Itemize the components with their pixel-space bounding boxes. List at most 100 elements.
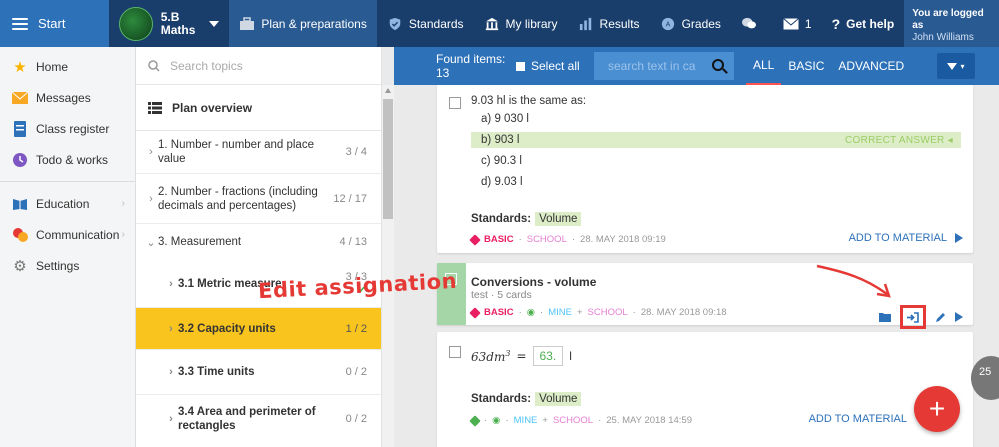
source-label: SCHOOL xyxy=(552,415,594,426)
sidebar-item-communication[interactable]: Communication › xyxy=(0,219,135,250)
class-subject: Maths xyxy=(160,22,196,37)
results-search-placeholder: search text in ca xyxy=(608,59,696,73)
found-items: Found items: 13 xyxy=(436,52,506,80)
sidebar-item-education[interactable]: Education › xyxy=(0,188,135,219)
option-text: 90.3 l xyxy=(493,155,522,167)
mail-count: 1 xyxy=(804,16,812,31)
question-card[interactable]: 63dm3 = 63. l Standards: Volume · ◉ · MI… xyxy=(437,332,973,447)
meta-plus: + xyxy=(576,307,583,318)
logged-username: John Williams xyxy=(912,32,974,43)
standards-label: Standards: xyxy=(471,213,532,225)
topic-row[interactable]: › 1. Number - number and place value 3 /… xyxy=(136,131,381,174)
topics-panel: Search topics Plan overview › 1. Number … xyxy=(136,47,382,447)
topic-title: 2. Number - fractions (including decimal… xyxy=(158,185,318,212)
standards-label: Standards: xyxy=(471,393,532,405)
nav-standards[interactable]: Standards xyxy=(377,0,474,47)
meta-dot: · xyxy=(571,234,576,245)
topics-search[interactable]: Search topics xyxy=(136,47,381,85)
option-text: 903 l xyxy=(494,134,520,146)
topic-row[interactable]: › 2. Number - fractions (including decim… xyxy=(136,174,381,224)
results-search-input[interactable]: search text in ca xyxy=(594,52,734,80)
book-icon xyxy=(13,198,27,210)
math-term: 63dm3 xyxy=(471,349,510,364)
sidebar-label: Communication xyxy=(36,227,120,242)
card-date: 25. MAY 2018 14:59 xyxy=(606,415,692,426)
add-to-material-button[interactable]: ADD TO MATERIAL xyxy=(809,413,907,425)
filter-menu-button[interactable]: ▾ xyxy=(937,53,975,79)
question-card[interactable]: 9.03 hl is the same as: a) 9 030 l b) 90… xyxy=(437,85,973,253)
sidebar-item-todo[interactable]: Todo & works xyxy=(0,144,135,175)
gear-icon: ⚙ xyxy=(13,257,27,275)
card-checkbox[interactable] xyxy=(449,97,461,109)
standard-tag[interactable]: Volume xyxy=(535,392,582,406)
subtopic-row-active[interactable]: › 3.2 Capacity units 1 / 2 xyxy=(136,308,381,350)
sidebar-label: Settings xyxy=(36,258,80,273)
meta-dot: · xyxy=(505,415,509,426)
hamburger-icon xyxy=(12,17,28,30)
standard-tag[interactable]: Volume xyxy=(535,212,582,226)
answer-input[interactable]: 63. xyxy=(532,346,564,366)
math-expression: 63dm3 = 63. l xyxy=(471,346,572,366)
subtopic-title: 3.2 Capacity units xyxy=(178,322,276,335)
play-icon[interactable] xyxy=(955,233,963,243)
sign-in-icon xyxy=(907,311,919,323)
nav-results-label: Results xyxy=(599,16,640,31)
nav-plan-preparations[interactable]: Plan & preparations xyxy=(229,0,377,47)
nav-results[interactable]: Results xyxy=(568,0,650,47)
nav-library[interactable]: My library xyxy=(474,0,568,47)
topics-scrollbar[interactable] xyxy=(382,85,394,447)
star-icon: ★ xyxy=(13,58,27,76)
folder-icon[interactable] xyxy=(879,312,891,322)
nav-library-label: My library xyxy=(505,16,558,31)
filter-advanced[interactable]: ADVANCED xyxy=(831,47,911,85)
meta-dot: · xyxy=(598,415,602,426)
nav-grades[interactable]: A Grades xyxy=(650,0,731,47)
play-icon[interactable] xyxy=(955,312,963,322)
pencil-icon[interactable] xyxy=(935,312,946,323)
sidebar-label: Class register xyxy=(36,121,110,136)
topic-row[interactable]: ⌄ 3. Measurement 4 / 13 xyxy=(136,224,381,260)
search-icon xyxy=(148,59,160,72)
logged-user[interactable]: You are logged as John Williams xyxy=(904,0,999,47)
logged-title: You are logged as xyxy=(912,8,984,31)
meta-dot: · xyxy=(518,234,522,245)
test-title: Conversions - volume xyxy=(471,275,597,289)
card-actions xyxy=(879,305,963,329)
sidebar-item-home[interactable]: ★ Home xyxy=(0,51,135,82)
math-base: 63dm xyxy=(471,349,506,364)
scroll-up-arrow-icon[interactable] xyxy=(385,88,391,93)
start-menu-button[interactable]: Start xyxy=(0,0,109,47)
plan-overview[interactable]: Plan overview xyxy=(136,85,381,131)
subtopic-count: 1 / 2 xyxy=(345,322,367,335)
class-selector[interactable]: 5.B Maths xyxy=(109,0,230,47)
meta-dot: · xyxy=(518,307,522,318)
subtopic-row[interactable]: › 3.4 Area and perimeter of rectangles 0… xyxy=(136,395,381,443)
scroll-thumb[interactable] xyxy=(383,99,393,219)
chevron-right-icon: › xyxy=(169,277,173,290)
add-to-material-button[interactable]: ADD TO MATERIAL xyxy=(849,232,963,244)
filter-basic[interactable]: BASIC xyxy=(781,47,831,85)
select-all[interactable]: Select all xyxy=(516,59,594,73)
add-to-material-label: ADD TO MATERIAL xyxy=(808,413,907,425)
subtopic-row[interactable]: › 3.3 Time units 0 / 2 xyxy=(136,350,381,395)
class-avatar xyxy=(118,6,153,41)
edit-assignation-button[interactable] xyxy=(900,305,926,329)
filter-all[interactable]: ALL xyxy=(746,47,782,85)
mail-icon xyxy=(783,17,799,29)
meta-dot: · xyxy=(540,307,544,318)
option-text: 9.03 l xyxy=(494,176,523,188)
sidebar-label: Todo & works xyxy=(36,152,109,167)
add-fab-button[interactable]: + xyxy=(914,386,960,432)
search-icon[interactable] xyxy=(712,59,724,71)
select-all-checkbox[interactable] xyxy=(516,61,525,71)
tag-icon xyxy=(469,233,481,246)
card-checkbox[interactable] xyxy=(449,346,461,358)
plan-overview-label: Plan overview xyxy=(172,100,253,115)
sidebar-item-messages[interactable]: Messages xyxy=(0,82,135,113)
nav-mail[interactable]: 1 xyxy=(773,0,822,47)
nav-help[interactable]: ? Get help xyxy=(822,0,905,47)
sidebar-divider xyxy=(0,181,135,182)
sidebar-item-class-register[interactable]: Class register xyxy=(0,113,135,144)
sidebar-item-settings[interactable]: ⚙ Settings xyxy=(0,250,135,281)
nav-chat[interactable] xyxy=(731,0,773,47)
